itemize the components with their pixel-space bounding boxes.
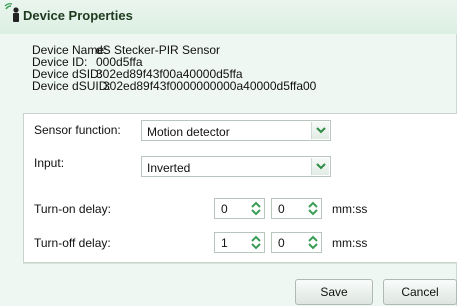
spinner-arrows-icon[interactable] bbox=[306, 200, 320, 217]
turn-off-minutes-value: 1 bbox=[221, 236, 228, 250]
device-settings-icon bbox=[4, 3, 22, 23]
spinner-arrows-icon[interactable] bbox=[249, 234, 263, 251]
sensor-function-value: Motion detector bbox=[147, 125, 230, 139]
device-properties-dialog: Device Properties Device Name:dS Stecker… bbox=[0, 0, 457, 306]
turn-on-seconds-stepper[interactable]: 0 bbox=[271, 198, 322, 219]
device-name-row: Device Name:dS Stecker-PIR Sensor bbox=[32, 44, 452, 56]
chevron-down-icon[interactable] bbox=[311, 122, 329, 139]
turn-off-minutes-stepper[interactable]: 1 bbox=[214, 232, 265, 253]
turn-off-seconds-stepper[interactable]: 0 bbox=[271, 232, 322, 253]
turn-on-seconds-value: 0 bbox=[278, 202, 285, 216]
input-select[interactable]: Inverted bbox=[141, 156, 331, 177]
device-dsuid-label: Device dSUID: bbox=[32, 79, 111, 93]
turn-on-minutes-stepper[interactable]: 0 bbox=[214, 198, 265, 219]
spinner-arrows-icon[interactable] bbox=[306, 234, 320, 251]
dialog-title: Device Properties bbox=[23, 8, 133, 23]
device-info: Device Name:dS Stecker-PIR Sensor Device… bbox=[32, 44, 452, 92]
turn-on-minutes-value: 0 bbox=[221, 202, 228, 216]
spinner-arrows-icon[interactable] bbox=[249, 200, 263, 217]
device-settings-form: Sensor function: Motion detector Input: … bbox=[23, 113, 457, 263]
device-dsuid-row: Device dSUID:302ed89f43f0000000000a40000… bbox=[32, 80, 452, 92]
dialog-titlebar: Device Properties bbox=[0, 0, 457, 34]
sensor-function-label: Sensor function: bbox=[34, 123, 121, 137]
turn-off-seconds-value: 0 bbox=[278, 236, 285, 250]
input-value: Inverted bbox=[147, 161, 191, 175]
turn-off-unit: mm:ss bbox=[332, 236, 368, 250]
turn-on-delay-label: Turn-on delay: bbox=[34, 202, 111, 216]
device-dsuid-value: 302ed89f43f0000000000a40000d5ffa00 bbox=[103, 79, 317, 93]
footer-divider bbox=[23, 263, 457, 264]
sensor-function-select[interactable]: Motion detector bbox=[141, 120, 331, 141]
turn-on-unit: mm:ss bbox=[332, 202, 368, 216]
save-button[interactable]: Save bbox=[295, 279, 373, 305]
chevron-down-icon[interactable] bbox=[311, 158, 329, 175]
input-label: Input: bbox=[34, 156, 65, 170]
cancel-button[interactable]: Cancel bbox=[383, 279, 457, 305]
turn-off-delay-label: Turn-off delay: bbox=[34, 236, 111, 250]
